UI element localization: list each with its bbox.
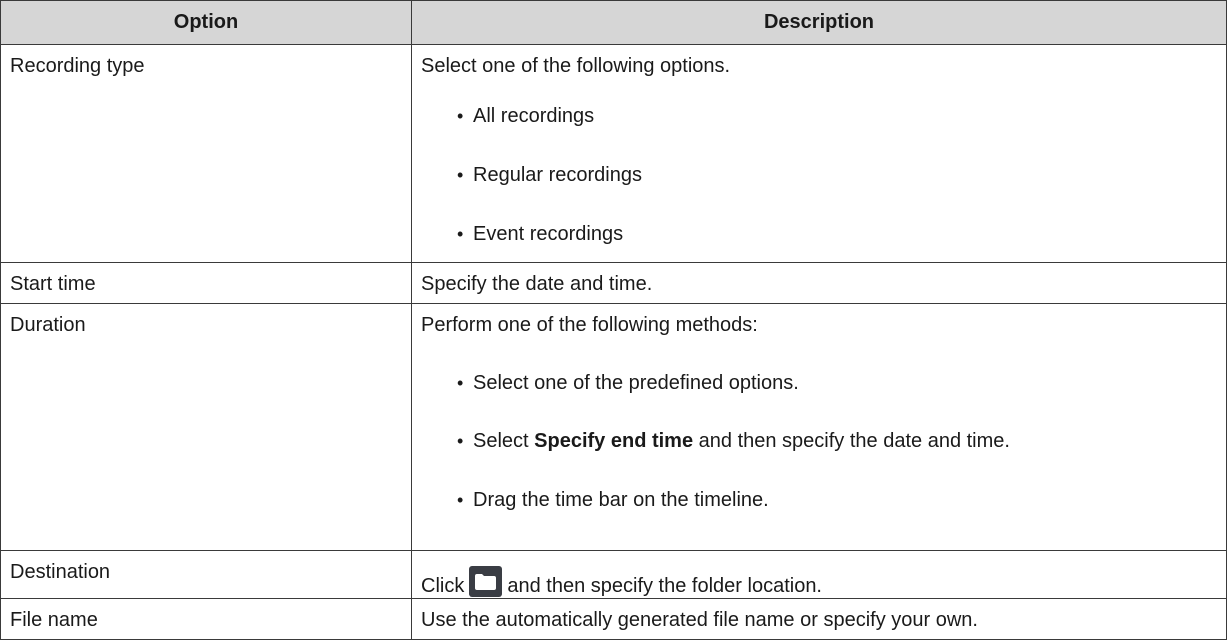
description-text: Specify the date and time. xyxy=(421,273,653,295)
table-row-recording-type: Recording type Select one of the followi… xyxy=(0,44,1227,263)
bullet-glyph: • xyxy=(457,106,464,126)
click-text: Click xyxy=(421,575,465,597)
list-item: • Event recordings xyxy=(412,222,1226,246)
destination-instruction: Click and then specify the folder locati… xyxy=(412,551,1226,598)
list-item-text: Drag the time bar on the timeline. xyxy=(473,489,769,511)
bullet-list: • Select one of the predefined options. •… xyxy=(412,371,1226,512)
folder-button[interactable] xyxy=(469,566,503,597)
bullet-glyph: • xyxy=(457,490,464,510)
option-cell: File name xyxy=(0,598,412,640)
table-row-duration: Duration Perform one of the following me… xyxy=(0,303,1227,551)
table-row-destination: Destination Click and then specify the f… xyxy=(0,550,1227,599)
folder-icon xyxy=(475,574,497,590)
option-cell: Recording type xyxy=(0,44,412,263)
list-item-text-post: and then specify the date and time. xyxy=(693,430,1010,452)
list-item: • Drag the time bar on the timeline. xyxy=(412,488,1226,512)
list-item: • Regular recordings xyxy=(412,163,1226,187)
description-cell: Click and then specify the folder locati… xyxy=(411,550,1227,599)
option-label: Start time xyxy=(10,273,96,295)
table-row-file-name: File name Use the automatically generate… xyxy=(0,598,1227,640)
list-item-text-pre: Select xyxy=(473,430,535,452)
list-item-text: Select one of the predefined options. xyxy=(473,372,799,394)
option-label: Destination xyxy=(10,561,111,583)
bullet-glyph: • xyxy=(457,165,464,185)
table-row-start-time: Start time Specify the date and time. xyxy=(0,262,1227,304)
description-intro: Select one of the following options. xyxy=(421,55,731,77)
description-cell: Specify the date and time. xyxy=(411,262,1227,304)
option-label: Duration xyxy=(10,314,86,336)
option-label: File name xyxy=(10,609,98,631)
bullet-glyph: • xyxy=(457,224,464,244)
description-text: Use the automatically generated file nam… xyxy=(421,609,978,631)
bullet-list: • All recordings • Regular recordings • Eve… xyxy=(412,104,1226,246)
list-item: • All recordings xyxy=(412,104,1226,128)
description-cell: Perform one of the following methods: • S… xyxy=(411,303,1227,551)
list-item: • Select Specify end time and then specif… xyxy=(412,429,1226,453)
option-cell: Destination xyxy=(0,550,412,599)
option-cell: Start time xyxy=(0,262,412,304)
list-item-text: Regular recordings xyxy=(473,164,642,186)
bullet-glyph: • xyxy=(457,373,464,393)
list-item-text: All recordings xyxy=(473,105,595,127)
header-option: Option xyxy=(0,0,412,45)
table-header-row: Option Description xyxy=(0,0,1227,45)
ui-term-specify-end-time: Specify end time xyxy=(534,430,694,452)
description-cell: Select one of the following options. • Al… xyxy=(411,44,1227,263)
list-item: • Select one of the predefined options. xyxy=(412,371,1226,395)
bullet-glyph: • xyxy=(457,431,464,451)
option-label: Recording type xyxy=(10,55,145,77)
destination-text: and then specify the folder location. xyxy=(507,575,822,597)
description-intro: Perform one of the following methods: xyxy=(421,314,758,336)
options-table: Option Description Recording type Select… xyxy=(0,0,1227,640)
list-item-text: Event recordings xyxy=(473,223,624,245)
header-description: Description xyxy=(411,0,1227,45)
description-cell: Use the automatically generated file nam… xyxy=(411,598,1227,640)
option-cell: Duration xyxy=(0,303,412,551)
